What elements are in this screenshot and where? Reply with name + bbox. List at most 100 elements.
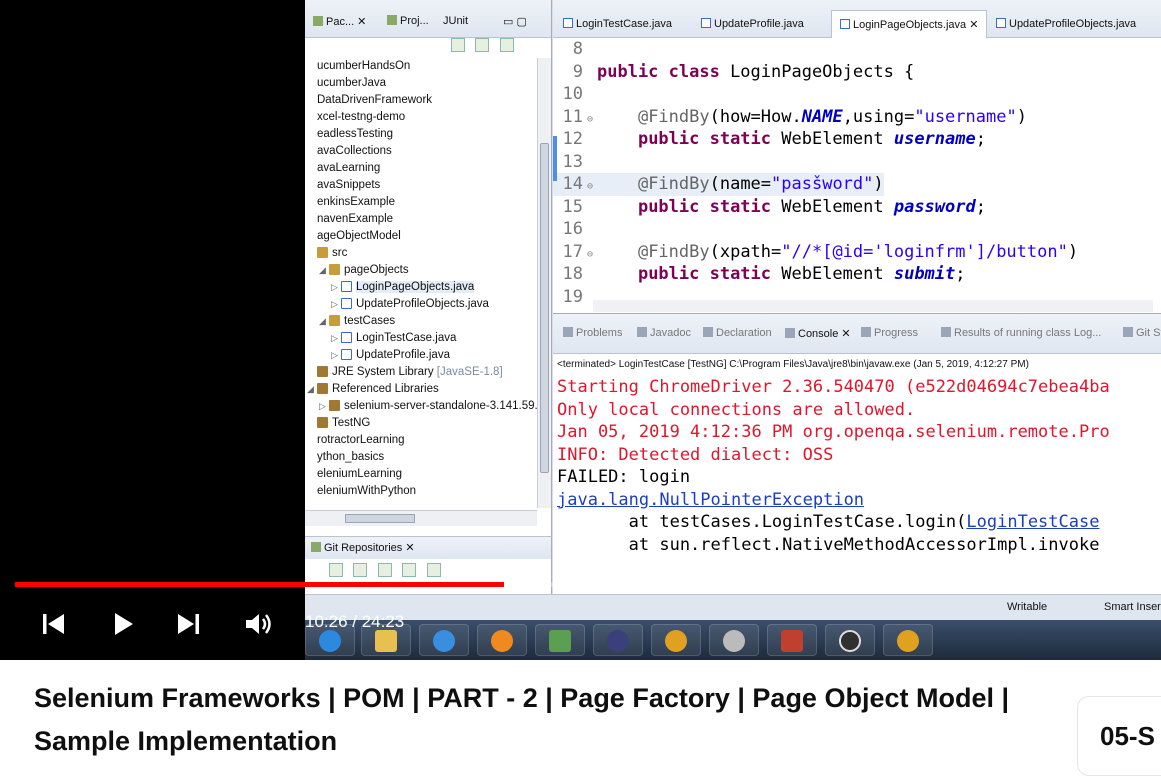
code-token: (how=How. (709, 106, 802, 127)
tree-item[interactable]: avaLearning (305, 160, 537, 177)
tree-item[interactable]: ◢ pageObjects (305, 262, 537, 279)
tree-item[interactable]: xcel-testng-demo (305, 109, 537, 126)
expand-toggle-icon[interactable]: ▷ (331, 347, 341, 364)
tree-item[interactable]: ageObjectModel (305, 228, 537, 245)
taskbar-app[interactable] (535, 624, 585, 656)
console-tab[interactable]: Console ✕ (785, 327, 851, 340)
tab-junit[interactable]: JUnit (443, 15, 468, 27)
code-token: WebElement (781, 196, 894, 217)
code-editor[interactable]: LoginTestCase.java UpdateProfile.java Logi… (553, 0, 1161, 314)
console-tab[interactable]: Results of running class Log... (941, 327, 1101, 339)
editor-tab[interactable]: LoginPageObjects.java ✕ (831, 10, 988, 38)
tree-item-label: rotractorLearning (317, 434, 405, 446)
explorer-vertical-scrollbar[interactable] (537, 58, 551, 508)
tree-item[interactable]: ▷ LoginTestCase.java (305, 330, 537, 347)
java-file-icon (701, 18, 711, 28)
tree-item-label: JRE System Library (332, 366, 434, 378)
tree-item[interactable]: ◢ testCases (305, 313, 537, 330)
insert-mode-status: Smart Inser (1104, 601, 1161, 613)
console-tab[interactable]: Declaration (703, 327, 772, 339)
console-tab-label: Problems (576, 327, 623, 339)
refresh-icon[interactable] (402, 563, 417, 577)
taskbar-tool[interactable] (709, 624, 759, 656)
console-output[interactable]: Starting ChromeDriver 2.36.540470 (e522d… (553, 376, 1161, 556)
previous-button[interactable] (33, 604, 73, 644)
console-text: at sun.reflect.NativeMethodAccessorImpl.… (557, 534, 1100, 555)
play-button[interactable] (103, 604, 143, 644)
tree-item[interactable]: rotractorLearning (305, 432, 537, 449)
editor-tab[interactable]: UpdateProfileObjects.java (988, 12, 1144, 36)
tree-item[interactable]: JRE System Library [JavaSE-1.8] (305, 364, 537, 381)
tree-item[interactable]: enkinsExample (305, 194, 537, 211)
volume-button[interactable] (239, 604, 279, 644)
taskbar-chrome2[interactable] (883, 624, 933, 656)
console-tab[interactable]: Javadoc (637, 327, 691, 339)
progress-bar[interactable] (15, 582, 1161, 587)
video-player[interactable]: Pac... ✕ Proj... JUnit ▭ ▢ ucumberHandsO… (0, 0, 1161, 660)
clone-repo-icon[interactable] (353, 563, 368, 577)
scroll-thumb[interactable] (345, 514, 415, 523)
view-menu-icon[interactable] (499, 38, 514, 52)
tree-item[interactable]: ▷ UpdateProfileObjects.java (305, 296, 537, 313)
console-link[interactable]: LoginTestCase (966, 512, 1099, 532)
editor-horizontal-scrollbar[interactable] (593, 300, 1153, 312)
explorer-horizontal-scrollbar[interactable] (305, 510, 537, 526)
link-editor-icon[interactable] (475, 38, 490, 52)
console-tab[interactable]: Git Sta (1123, 327, 1161, 339)
next-button[interactable] (169, 604, 209, 644)
next-video-card[interactable]: 05-S (1077, 696, 1161, 776)
tree-item[interactable]: avaSnippets (305, 177, 537, 194)
tab-project-explorer[interactable]: Proj... (387, 15, 429, 27)
scroll-thumb[interactable] (540, 143, 549, 473)
editor-tab-label: LoginTestCase.java (576, 18, 673, 30)
tree-item[interactable]: eleniumLearning (305, 466, 537, 483)
tree-item[interactable]: ◢ Referenced Libraries (305, 381, 537, 398)
expand-toggle-icon[interactable]: ▷ (331, 296, 341, 313)
taskbar-firefox[interactable] (477, 624, 527, 656)
taskbar-chrome[interactable] (651, 624, 701, 656)
add-repo-icon[interactable] (329, 563, 343, 577)
tree-item[interactable]: eadlessTesting (305, 126, 537, 143)
console-text[interactable]: java.lang.NullPointerException (557, 490, 864, 510)
expand-toggle-icon[interactable]: ▷ (331, 330, 341, 347)
filter-icon[interactable] (426, 563, 441, 577)
chrome-icon (897, 630, 919, 652)
taskbar-app2[interactable] (767, 624, 817, 656)
code-token: WebElement (781, 264, 894, 284)
tree-item[interactable]: src (305, 245, 537, 262)
video-frame[interactable]: Pac... ✕ Proj... JUnit ▭ ▢ ucumberHandsO… (305, 0, 1161, 660)
tree-item[interactable]: DataDrivenFramework (305, 92, 537, 109)
console-tab[interactable]: Progress (861, 327, 918, 339)
progress-played (15, 582, 504, 587)
expand-toggle-icon[interactable]: ▷ (331, 279, 341, 296)
tab-package-explorer[interactable]: Pac... ✕ (313, 15, 366, 28)
taskbar-ie[interactable] (419, 624, 469, 656)
console-tab[interactable]: Problems (563, 327, 622, 339)
tree-item[interactable]: eleniumWithPython (305, 483, 537, 500)
tree-item[interactable]: ucumberJava (305, 75, 537, 92)
expand-toggle-icon[interactable]: ▷ (319, 398, 329, 415)
minimize-icon[interactable]: ▭ ▢ (503, 15, 527, 28)
expand-toggle-icon[interactable]: ◢ (307, 381, 317, 398)
console-line: at testCases.LoginTestCase.login(LoginTe… (553, 511, 1161, 534)
taskbar-eclipse[interactable] (593, 624, 643, 656)
tree-item[interactable]: TestNG (305, 415, 537, 432)
tree-item-label: navenExample (317, 213, 394, 225)
taskbar-obs[interactable] (825, 624, 875, 656)
tree-item[interactable]: ▷ LoginPageObjects.java (305, 279, 537, 296)
editor-tab[interactable]: UpdateProfile.java (693, 12, 812, 36)
tree-item[interactable]: ▷ UpdateProfile.java (305, 347, 537, 364)
git-repositories-tab[interactable]: Git Repositories ✕ (305, 537, 551, 559)
editor-tab[interactable]: LoginTestCase.java (555, 12, 680, 36)
tree-item[interactable]: avaCollections (305, 143, 537, 160)
create-repo-icon[interactable] (377, 563, 392, 577)
tree-item[interactable]: navenExample (305, 211, 537, 228)
tree-item[interactable]: ▷ selenium-server-standalone-3.141.59.jc (305, 398, 537, 415)
code-area[interactable]: 8 9 public class LoginPageObjects {10 11… (553, 38, 1153, 307)
tree-item-label: DataDrivenFramework (317, 94, 433, 106)
tree-item[interactable]: ucumberHandsOn (305, 58, 537, 75)
tree-item[interactable]: ython_basics (305, 449, 537, 466)
expand-toggle-icon[interactable]: ◢ (319, 262, 329, 279)
collapse-all-icon[interactable] (451, 38, 465, 52)
expand-toggle-icon[interactable]: ◢ (319, 313, 329, 330)
